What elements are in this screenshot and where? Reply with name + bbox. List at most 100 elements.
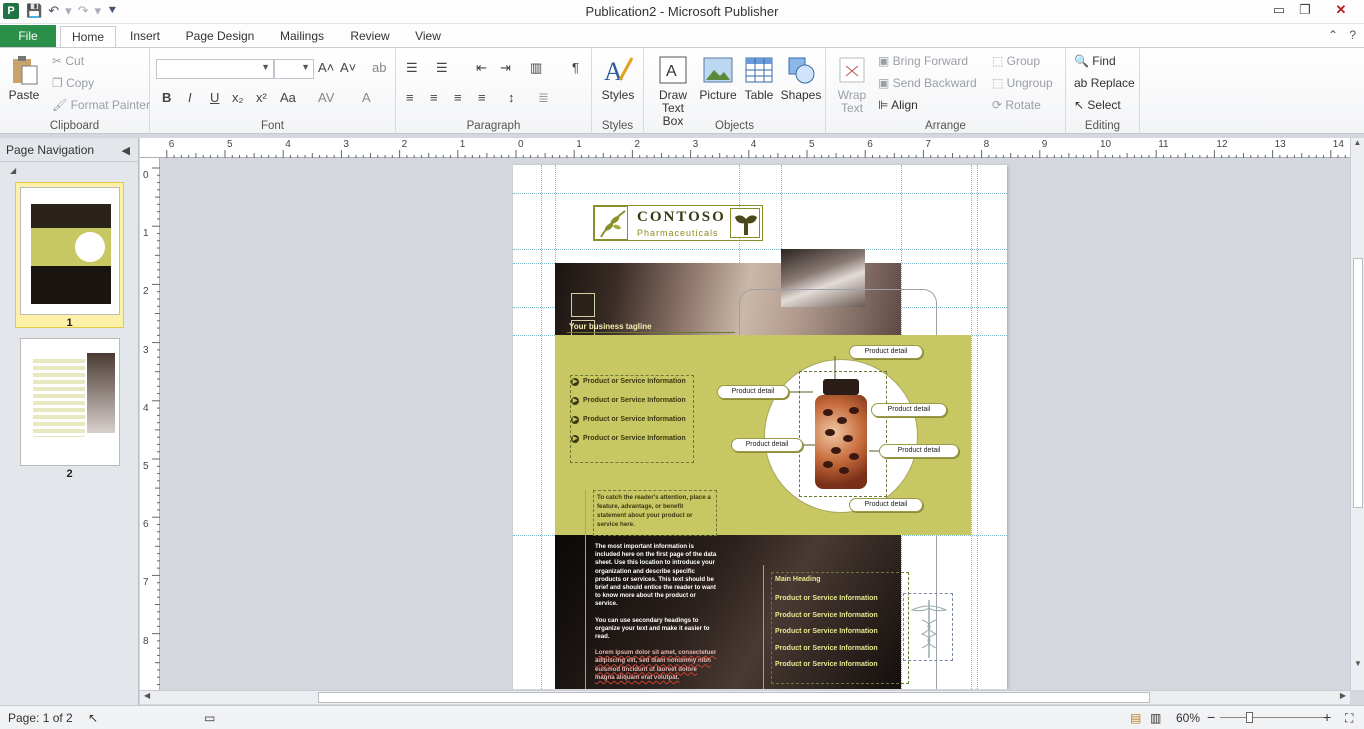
zoom-out-button[interactable]: −	[1207, 709, 1215, 725]
ruler-number: 8	[983, 139, 990, 150]
grow-font-icon[interactable]: A˄	[318, 60, 334, 75]
collapse-pane-icon[interactable]: ◀	[122, 144, 130, 157]
single-page-view-icon[interactable]: ▤	[1130, 711, 1141, 725]
section-expand-icon[interactable]: ◢	[10, 166, 16, 175]
objects-group-label: Objects	[715, 120, 754, 132]
page-thumbnail-1[interactable]: 1	[15, 182, 124, 329]
group-icon: ⬚	[992, 54, 1007, 68]
underline-button[interactable]: U	[210, 90, 219, 105]
scrollbar-thumb[interactable]	[1353, 258, 1363, 508]
caduceus-icon[interactable]	[903, 593, 953, 661]
columns-icon[interactable]: ▥	[530, 60, 542, 76]
character-spacing-button[interactable]: AV	[318, 90, 334, 105]
tab-view[interactable]: View	[408, 26, 448, 48]
decrease-indent-icon[interactable]: ⇤	[476, 60, 487, 76]
page-indicator[interactable]: Page: 1 of 2	[8, 711, 73, 725]
align-right-icon[interactable]: ≡	[454, 90, 462, 105]
cut-button[interactable]: ✂ Cut	[52, 54, 84, 68]
vertical-ruler[interactable]: 0 1 2 3 4 5 6 7 8	[140, 158, 160, 690]
italic-button[interactable]: I	[188, 90, 192, 105]
horizontal-ruler[interactable]: 6 5 4 3 2 1 0 1 2 3 4 5 6 7 8 9 10 11 12 13 14	[140, 138, 1350, 158]
arrange-group-label: Arrange	[925, 120, 966, 132]
bring-forward-button[interactable]: ▣ Bring Forward	[878, 54, 968, 68]
align-left-icon[interactable]: ≡	[406, 90, 414, 105]
draw-text-box-button[interactable]: A Draw Text Box	[650, 54, 696, 128]
callout-text-box[interactable]: To catch the reader's attention, place a…	[593, 490, 717, 536]
body-text-box[interactable]: The most important information is includ…	[595, 543, 717, 689]
font-name-combo[interactable]: ▼	[156, 59, 274, 79]
scrollbar-thumb[interactable]	[318, 692, 1150, 703]
ruler-number: 6	[143, 519, 149, 531]
increase-indent-icon[interactable]: ⇥	[500, 60, 511, 76]
chevron-down-icon: ▼	[301, 62, 310, 72]
workspace-canvas[interactable]: CONTOSO Pharmaceuticals Your business ta…	[161, 159, 1350, 689]
two-page-view-icon[interactable]: ▥	[1150, 711, 1161, 725]
close-button[interactable]: ✕	[1318, 0, 1364, 20]
paste-button[interactable]: Paste	[6, 54, 42, 102]
bullets-icon[interactable]: ☰	[406, 60, 418, 76]
table-button[interactable]: Table	[740, 54, 778, 102]
wrap-text-button[interactable]: Wrap Text	[832, 54, 872, 115]
page-thumbnail-2[interactable]: 2	[15, 334, 124, 480]
group-button[interactable]: ⬚ Group	[992, 54, 1040, 68]
main-heading-box[interactable]: Main Heading Product or Service Informat…	[771, 572, 909, 684]
help-icon[interactable]: ?	[1349, 28, 1356, 42]
find-button[interactable]: 🔍 Find	[1074, 54, 1116, 68]
change-case-button[interactable]: Aa	[280, 90, 296, 105]
rotate-button[interactable]: ⟳ Rotate	[992, 98, 1041, 112]
styles-button[interactable]: A Styles	[600, 54, 636, 102]
numbering-icon[interactable]: ☰	[436, 60, 448, 76]
page-number: 2	[66, 468, 73, 480]
minimize-button[interactable]: ▭	[1266, 0, 1292, 20]
send-backward-icon: ▣	[878, 76, 893, 90]
zoom-slider-thumb[interactable]	[1246, 712, 1253, 723]
fit-page-icon[interactable]: ⛶	[1345, 711, 1353, 726]
product-detail-label[interactable]: Product detail	[871, 403, 947, 417]
product-detail-label[interactable]: Product detail	[717, 385, 789, 399]
product-detail-label[interactable]: Product detail	[731, 438, 803, 452]
paste-label: Paste	[8, 88, 40, 102]
replace-button[interactable]: ab Replace	[1074, 76, 1135, 90]
collapse-ribbon-icon[interactable]: ⌃	[1328, 28, 1338, 42]
publication-page[interactable]: CONTOSO Pharmaceuticals Your business ta…	[513, 165, 1007, 689]
font-color-button[interactable]: A	[362, 90, 371, 105]
tab-page-design[interactable]: Page Design	[180, 26, 260, 48]
font-size-combo[interactable]: ▼	[274, 59, 314, 79]
align-center-icon[interactable]: ≡	[430, 90, 438, 105]
restore-button[interactable]: ❐	[1292, 0, 1318, 20]
scroll-down-icon[interactable]: ▼	[1351, 659, 1364, 668]
shapes-button[interactable]: Shapes	[780, 54, 822, 102]
paragraph-spacing-icon[interactable]: ≣	[538, 90, 549, 106]
picture-button[interactable]: Picture	[698, 54, 738, 102]
align-button[interactable]: ⊫ Align	[878, 98, 918, 112]
tab-insert[interactable]: Insert	[122, 26, 168, 48]
tab-file[interactable]: File	[0, 25, 56, 48]
justify-icon[interactable]: ≡	[478, 90, 486, 105]
scroll-left-icon[interactable]: ◀	[144, 691, 150, 700]
clear-formatting-icon[interactable]: ab	[372, 60, 386, 75]
tab-review[interactable]: Review	[344, 26, 396, 48]
ruler-number: 6	[168, 139, 175, 150]
show-formatting-icon[interactable]: ¶	[572, 60, 579, 75]
product-detail-label[interactable]: Product detail	[849, 498, 923, 512]
line-spacing-icon[interactable]: ↕	[508, 90, 515, 105]
select-button[interactable]: ↖ Select	[1074, 98, 1121, 112]
product-detail-label[interactable]: Product detail	[849, 345, 923, 359]
superscript-button[interactable]: x²	[256, 90, 267, 105]
zoom-in-button[interactable]: +	[1323, 709, 1331, 725]
tab-mailings[interactable]: Mailings	[272, 26, 332, 48]
copy-button[interactable]: ❐ Copy	[52, 76, 94, 90]
ungroup-button[interactable]: ⬚ Ungroup	[992, 76, 1053, 90]
vertical-scrollbar[interactable]: ▲ ▼	[1350, 138, 1364, 690]
horizontal-scrollbar[interactable]: ◀ ▶	[140, 690, 1350, 704]
zoom-slider-track[interactable]	[1220, 717, 1324, 718]
scroll-right-icon[interactable]: ▶	[1340, 691, 1346, 700]
product-detail-label[interactable]: Product detail	[879, 444, 959, 458]
scroll-up-icon[interactable]: ▲	[1351, 138, 1364, 147]
bold-button[interactable]: B	[162, 90, 171, 105]
zoom-level[interactable]: 60%	[1176, 711, 1200, 725]
subscript-button[interactable]: x₂	[232, 90, 244, 105]
format-painter-button[interactable]: 🖌 Format Painter	[52, 98, 150, 112]
shrink-font-icon[interactable]: A˅	[340, 60, 356, 75]
send-backward-button[interactable]: ▣ Send Backward	[878, 76, 977, 90]
